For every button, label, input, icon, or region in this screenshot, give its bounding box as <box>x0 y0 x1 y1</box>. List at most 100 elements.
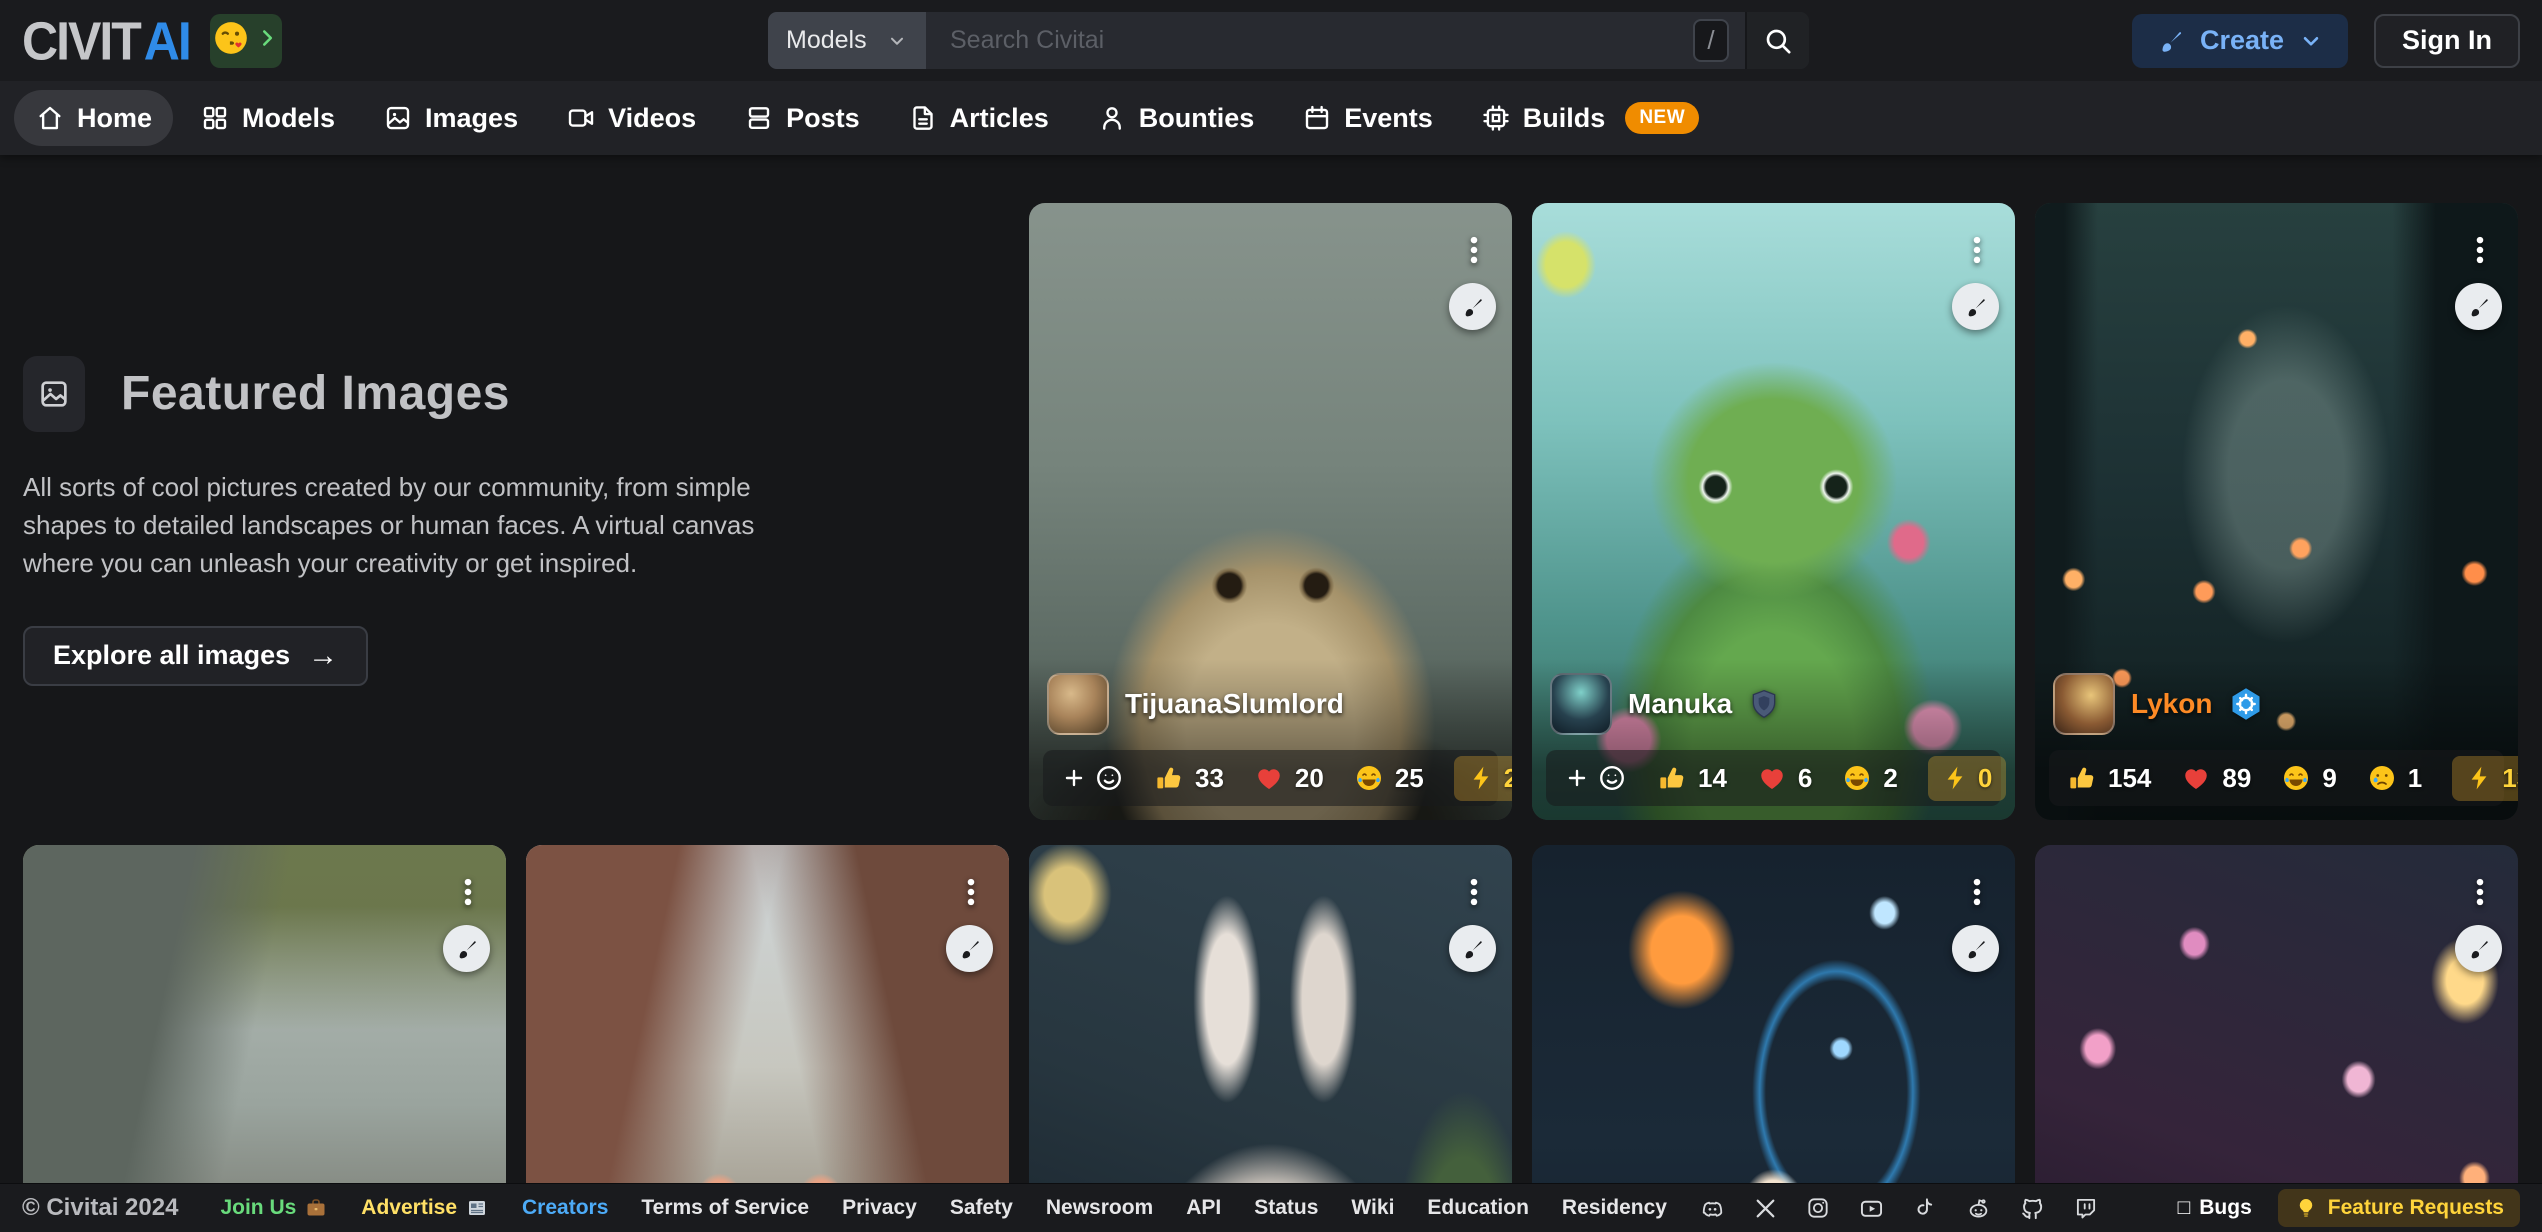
nav-item-bounties[interactable]: Bounties <box>1076 90 1276 146</box>
footer-link-privacy[interactable]: Privacy <box>842 1196 917 1220</box>
footer-link-newsroom[interactable]: Newsroom <box>1046 1196 1153 1220</box>
tiktok-icon[interactable] <box>1912 1195 1938 1221</box>
reaction-heart[interactable]: 6 <box>1757 763 1812 794</box>
github-icon[interactable] <box>2019 1195 2046 1222</box>
zap-count: 20 <box>1504 763 1512 794</box>
create-button[interactable]: Create <box>2132 14 2348 68</box>
reaction-heart[interactable]: 89 <box>2181 763 2251 794</box>
feature-requests-button[interactable]: Feature Requests <box>2278 1189 2520 1227</box>
footer-link-status[interactable]: Status <box>1254 1196 1318 1220</box>
footer-link-wiki[interactable]: Wiki <box>1351 1196 1394 1220</box>
footer-link-safety[interactable]: Safety <box>950 1196 1013 1220</box>
remix-button[interactable] <box>946 925 993 972</box>
footer: © Civitai 2024 Join Us Advertise Creator… <box>0 1183 2542 1232</box>
paintbrush-icon <box>2156 26 2186 56</box>
reddit-icon[interactable] <box>1965 1195 1992 1222</box>
reaction-heart[interactable]: 20 <box>1254 763 1324 794</box>
card-menu-button[interactable] <box>1953 219 2001 281</box>
reaction-like[interactable]: 14 <box>1657 763 1727 794</box>
nav-item-videos[interactable]: Videos <box>545 90 717 146</box>
builds-icon <box>1481 103 1511 133</box>
avatar[interactable] <box>1047 673 1109 735</box>
remix-button[interactable] <box>1449 925 1496 972</box>
sign-in-button[interactable]: Sign In <box>2374 14 2520 68</box>
reaction-laugh[interactable]: 2 <box>1842 763 1897 794</box>
card-menu-button[interactable] <box>444 861 492 923</box>
bugs-link[interactable]: □ Bugs <box>2178 1196 2252 1220</box>
paintbrush-icon <box>1460 936 1486 962</box>
user-row[interactable]: Lykon <box>2049 673 2504 735</box>
nav-item-builds[interactable]: Builds NEW <box>1460 90 1720 146</box>
footer-link-advertise[interactable]: Advertise <box>361 1196 489 1220</box>
reaction-zap[interactable]: 0 <box>1928 756 2006 801</box>
image-card-city-rat[interactable] <box>526 845 1009 1183</box>
footer-link-api[interactable]: API <box>1186 1196 1221 1220</box>
youtube-icon[interactable] <box>1858 1195 1885 1222</box>
nav-item-images[interactable]: Images <box>362 90 539 146</box>
remix-button[interactable] <box>2455 925 2502 972</box>
nav-item-home[interactable]: Home <box>14 90 173 146</box>
card-menu-button[interactable] <box>2456 861 2504 923</box>
reaction-zap[interactable]: 20 <box>1454 756 1512 801</box>
username[interactable]: Manuka <box>1628 688 1732 720</box>
reaction-like[interactable]: 33 <box>1154 763 1224 794</box>
reaction-laugh[interactable]: 9 <box>2281 763 2336 794</box>
user-row[interactable]: TijuanaSlumlord <box>1043 673 1498 735</box>
footer-link-join-us[interactable]: Join Us <box>220 1196 328 1220</box>
reaction-cry[interactable]: 1 <box>2367 763 2422 794</box>
reaction-zap[interactable]: 138 <box>2452 756 2518 801</box>
plus-icon <box>1564 765 1590 791</box>
emoji-event-button[interactable] <box>210 14 282 68</box>
x-icon[interactable] <box>1753 1196 1778 1221</box>
username[interactable]: TijuanaSlumlord <box>1125 688 1344 720</box>
remix-button[interactable] <box>1952 283 1999 330</box>
twitch-icon[interactable] <box>2073 1195 2099 1221</box>
nav-item-articles[interactable]: Articles <box>887 90 1070 146</box>
chevron-down-icon <box>2298 28 2324 54</box>
image-card-jet-wreck[interactable] <box>23 845 506 1183</box>
header-actions: Create Sign In <box>2132 14 2520 68</box>
remix-button[interactable] <box>1952 925 1999 972</box>
card-menu-button[interactable] <box>947 861 995 923</box>
card-image-electro-cat <box>1532 845 2015 1183</box>
remix-button[interactable] <box>2455 283 2502 330</box>
image-card-frog-queen[interactable]: Manuka 14 <box>1532 203 2015 820</box>
add-reaction-button[interactable] <box>1061 763 1124 793</box>
image-card-creature[interactable]: TijuanaSlumlord 33 20 <box>1029 203 1512 820</box>
civitai-logo[interactable]: CIVITAI <box>22 9 190 72</box>
card-menu-button[interactable] <box>2456 219 2504 281</box>
avatar[interactable] <box>1550 673 1612 735</box>
search-submit-button[interactable] <box>1745 12 1809 69</box>
remix-button[interactable] <box>1449 283 1496 330</box>
image-card-rabbit[interactable] <box>1029 845 1512 1183</box>
explore-all-images-button[interactable]: Explore all images → <box>23 626 368 686</box>
discord-icon[interactable] <box>1699 1195 1726 1222</box>
footer-link-residency[interactable]: Residency <box>1562 1196 1667 1220</box>
nav-label: Videos <box>608 103 696 134</box>
reaction-laugh[interactable]: 25 <box>1354 763 1424 794</box>
card-menu-button[interactable] <box>1450 219 1498 281</box>
link-label: Education <box>1427 1196 1529 1220</box>
nav-item-events[interactable]: Events <box>1281 90 1454 146</box>
search-category-select[interactable]: Models <box>768 12 926 69</box>
footer-link-terms[interactable]: Terms of Service <box>641 1196 809 1220</box>
username[interactable]: Lykon <box>2131 688 2212 720</box>
card-menu-button[interactable] <box>1953 861 2001 923</box>
nav-item-posts[interactable]: Posts <box>723 90 881 146</box>
remix-button[interactable] <box>443 925 490 972</box>
image-card-electro-cat[interactable] <box>1532 845 2015 1183</box>
dots-vertical-icon <box>2463 225 2497 275</box>
footer-link-creators[interactable]: Creators <box>522 1196 608 1220</box>
nav-item-models[interactable]: Models <box>179 90 356 146</box>
reaction-like[interactable]: 154 <box>2067 763 2151 794</box>
image-card-glow-forest[interactable]: Lykon 154 89 <box>2035 203 2518 820</box>
image-card-winged-kitten[interactable] <box>2035 845 2518 1183</box>
card-menu-button[interactable] <box>1450 861 1498 923</box>
instagram-icon[interactable] <box>1805 1195 1831 1221</box>
footer-link-education[interactable]: Education <box>1427 1196 1529 1220</box>
card-overlay: Lykon 154 89 <box>2035 659 2518 820</box>
search-input[interactable] <box>926 26 1745 55</box>
avatar[interactable] <box>2053 673 2115 735</box>
add-reaction-button[interactable] <box>1564 763 1627 793</box>
user-row[interactable]: Manuka <box>1546 673 2001 735</box>
